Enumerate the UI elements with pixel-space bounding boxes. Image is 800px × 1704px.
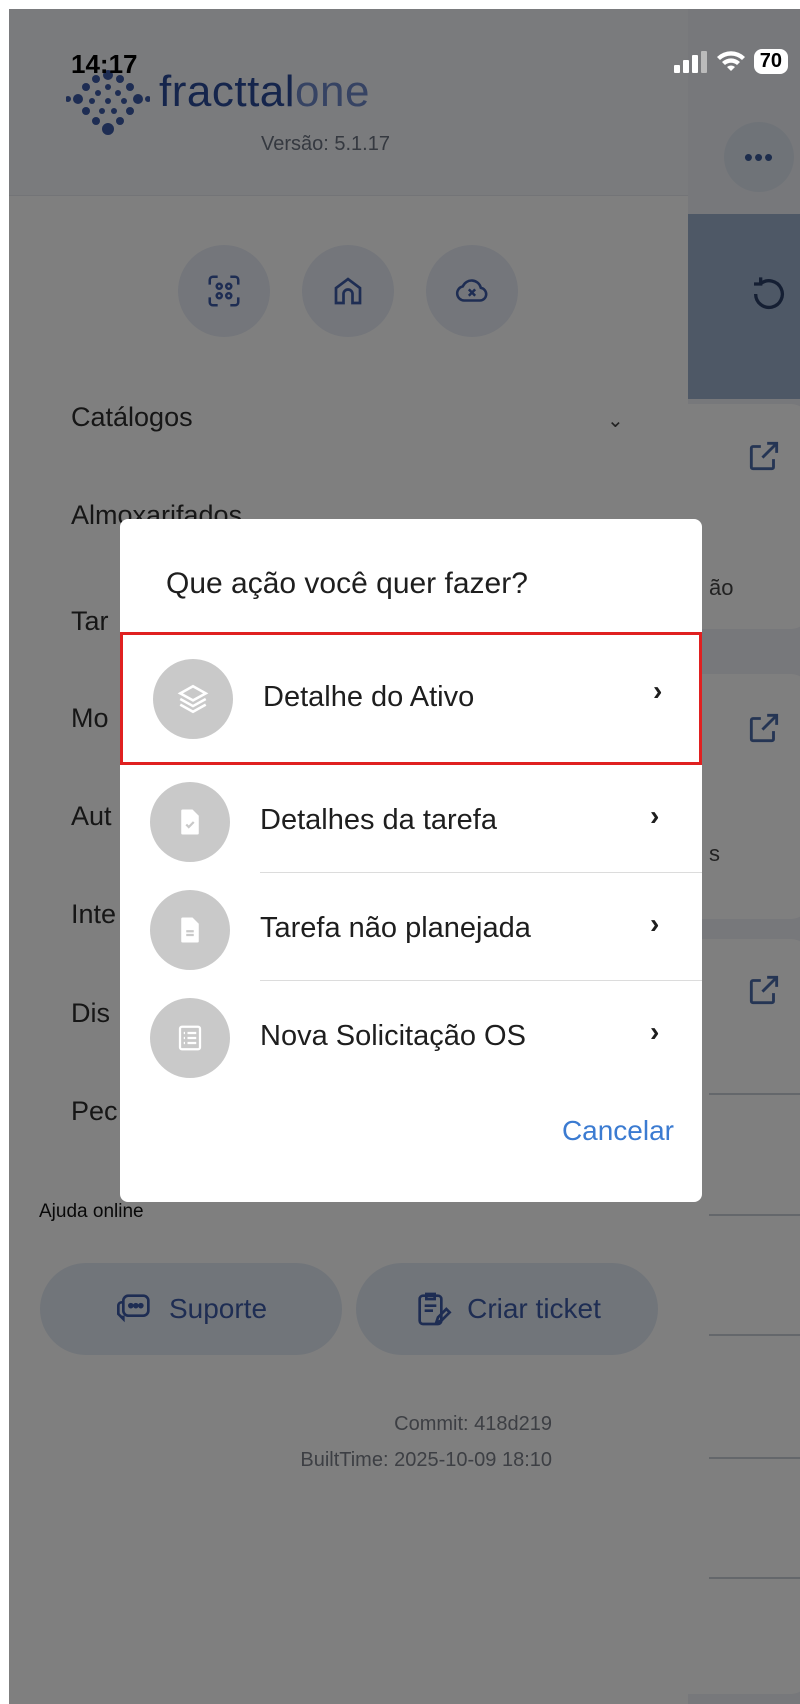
- chevron-right-icon: ›: [653, 675, 663, 706]
- wifi-icon: [716, 50, 745, 71]
- option-label: Detalhes da tarefa: [260, 804, 497, 836]
- dialog-title: Que ação você quer fazer?: [166, 567, 528, 600]
- chevron-right-icon: ›: [650, 800, 660, 831]
- cancel-button[interactable]: Cancelar: [562, 1115, 674, 1147]
- option-asset-detail[interactable]: Detalhe do Ativo ›: [120, 632, 702, 765]
- layers-icon: [153, 659, 233, 739]
- battery-indicator: 70: [753, 49, 788, 74]
- option-label: Nova Solicitação OS: [260, 1020, 526, 1052]
- app-screen: ••• ão s: [9, 9, 800, 1704]
- file-text-icon: [150, 890, 230, 970]
- action-dialog: Que ação você quer fazer? Detalhe do Ati…: [120, 519, 702, 1202]
- list-icon: [150, 998, 230, 1078]
- option-label: Detalhe do Ativo: [263, 681, 475, 713]
- divider: [260, 872, 702, 873]
- file-check-icon: [150, 782, 230, 862]
- option-new-work-order-request[interactable]: Nova Solicitação OS ›: [120, 983, 702, 1093]
- chevron-right-icon: ›: [650, 908, 660, 939]
- status-time: 14:17: [71, 49, 138, 79]
- divider: [260, 980, 702, 981]
- option-unplanned-task[interactable]: Tarefa não planejada ›: [120, 875, 702, 985]
- chevron-right-icon: ›: [650, 1016, 660, 1047]
- option-label: Tarefa não planejada: [260, 912, 531, 944]
- status-icons: 70: [673, 49, 788, 74]
- option-task-details[interactable]: Detalhes da tarefa ›: [120, 767, 702, 877]
- signal-icon: [673, 50, 707, 73]
